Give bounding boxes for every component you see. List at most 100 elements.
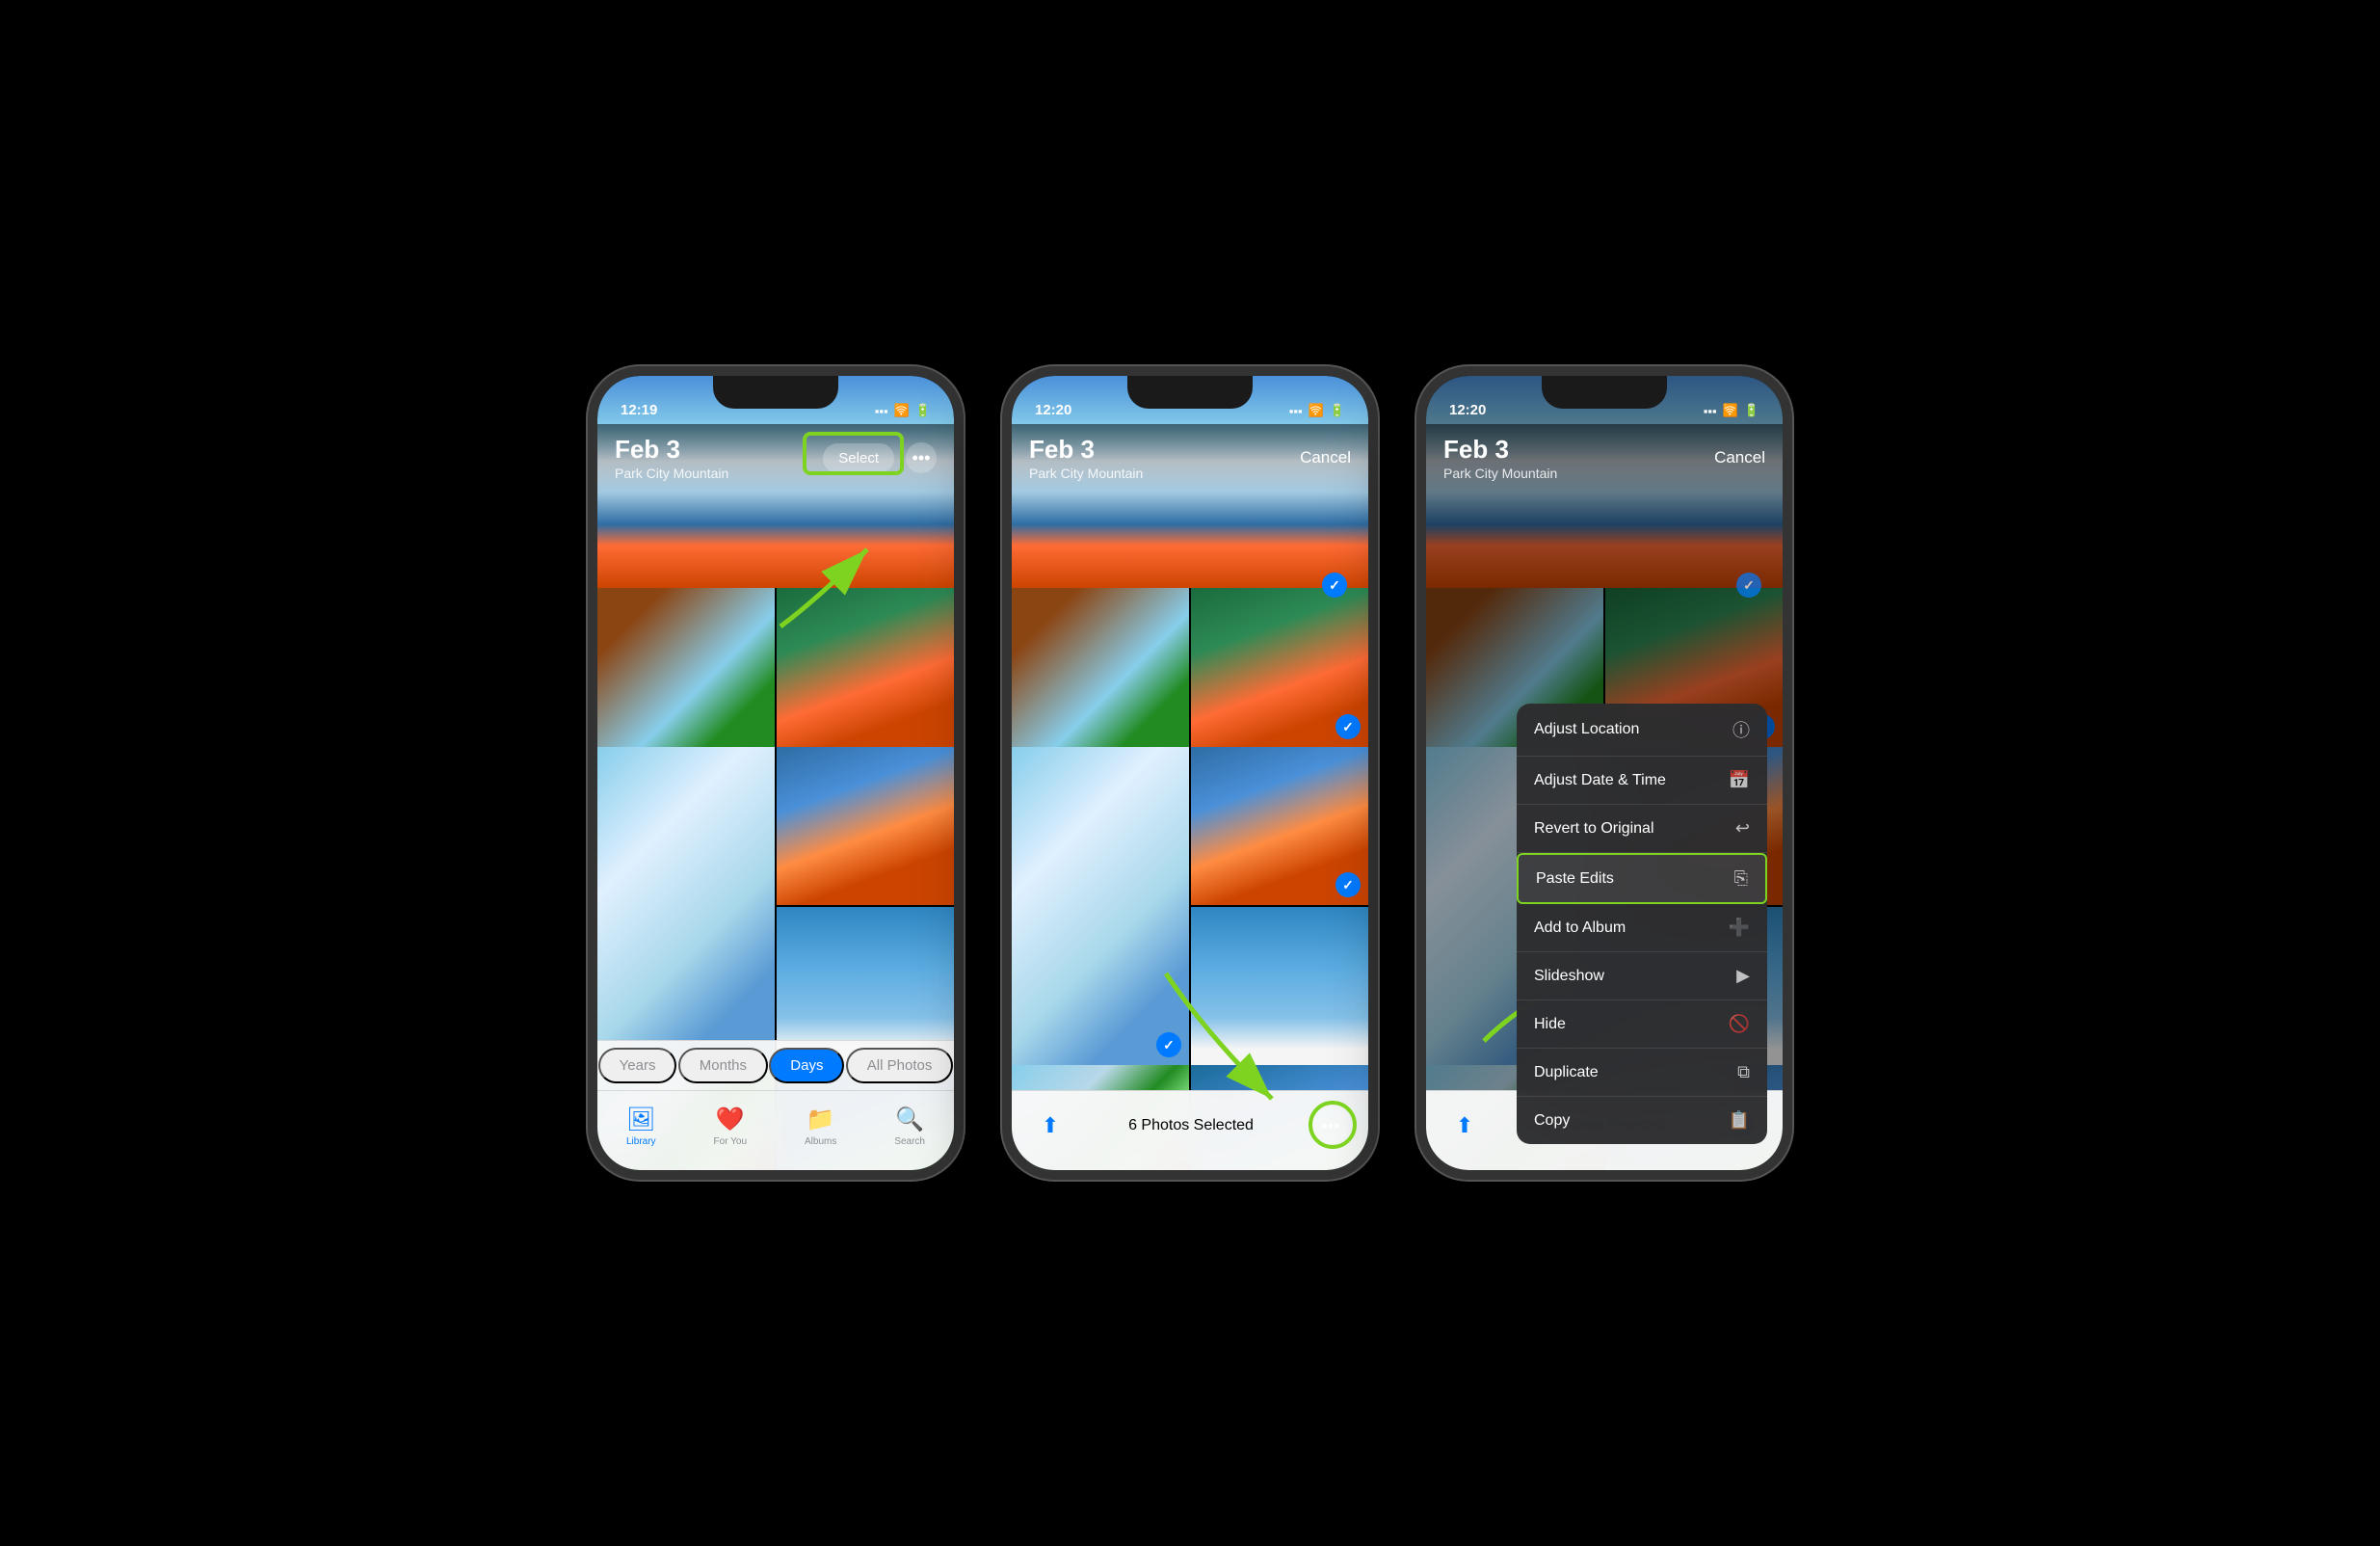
all-photos-tab[interactable]: All Photos bbox=[846, 1048, 954, 1083]
thumb-ski-2 bbox=[1012, 588, 1191, 747]
phone-3-frame: ✓ ✓ ✓ bbox=[1416, 366, 1792, 1180]
check-3: ✓ bbox=[1335, 872, 1361, 897]
albums-icon: 📁 bbox=[807, 1106, 835, 1133]
search-icon: 🔍 bbox=[895, 1106, 924, 1133]
menu-hide[interactable]: Hide 🚫 bbox=[1517, 1000, 1767, 1049]
photo-header-2: Feb 3 Park City Mountain Cancel bbox=[1012, 424, 1368, 492]
more-circle-icon: ••• bbox=[1322, 1116, 1340, 1136]
menu-paste-edits[interactable]: Paste Edits ⎘ bbox=[1517, 853, 1767, 904]
check-2: ✓ bbox=[1156, 1032, 1181, 1057]
hide-icon: 🚫 bbox=[1729, 1014, 1750, 1034]
for-you-tab[interactable]: ❤️ For You bbox=[714, 1106, 747, 1147]
share-button-3[interactable]: ⬆ bbox=[1445, 1106, 1484, 1145]
menu-duplicate[interactable]: Duplicate ⧉ bbox=[1517, 1049, 1767, 1097]
location-label-3: Park City Mountain bbox=[1443, 466, 1557, 481]
slideshow-label: Slideshow bbox=[1534, 968, 1604, 985]
menu-adjust-datetime[interactable]: Adjust Date & Time 📅 bbox=[1517, 757, 1767, 805]
battery-icon-2: 🔋 bbox=[1330, 403, 1345, 418]
header-actions-1: Select ••• bbox=[823, 442, 937, 473]
photo-header-1: Feb 3 Park City Mountain Select ••• bbox=[597, 424, 954, 492]
status-icons-2: ▪▪▪ 🛜 🔋 bbox=[1289, 403, 1345, 418]
location-label-1: Park City Mountain bbox=[615, 466, 728, 481]
thumb-mountain-2: ✓ bbox=[1012, 747, 1191, 1065]
adjust-datetime-label: Adjust Date & Time bbox=[1534, 772, 1666, 789]
date-label-1: Feb 3 bbox=[615, 435, 728, 465]
header-date-2: Feb 3 Park City Mountain bbox=[1029, 435, 1143, 481]
wifi-icon-3: 🛜 bbox=[1723, 403, 1738, 418]
menu-add-album[interactable]: Add to Album ➕ bbox=[1517, 904, 1767, 952]
menu-slideshow[interactable]: Slideshow ▶ bbox=[1517, 952, 1767, 1000]
signal-icon-2: ▪▪▪ bbox=[1289, 404, 1303, 418]
more-button-1[interactable]: ••• bbox=[906, 442, 937, 473]
thumb-blue-2 bbox=[1191, 907, 1368, 1065]
time-display-2: 12:20 bbox=[1035, 402, 1071, 418]
albums-label: Albums bbox=[805, 1136, 836, 1147]
library-tab[interactable]: 🖼 Library bbox=[626, 1106, 656, 1147]
menu-revert[interactable]: Revert to Original ↩ bbox=[1517, 805, 1767, 853]
years-tab[interactable]: Years bbox=[598, 1048, 677, 1083]
thumb-ski-house bbox=[597, 588, 777, 747]
header-date-1: Feb 3 Park City Mountain bbox=[615, 435, 728, 481]
copy-icon: 📋 bbox=[1729, 1110, 1750, 1131]
revert-icon: ↩ bbox=[1735, 818, 1750, 839]
copy-label: Copy bbox=[1534, 1112, 1570, 1130]
wifi-icon-2: 🛜 bbox=[1309, 403, 1324, 418]
cancel-button-2[interactable]: Cancel bbox=[1300, 448, 1351, 467]
notch-2 bbox=[1127, 376, 1253, 409]
status-icons-1: ▪▪▪ 🛜 🔋 bbox=[875, 403, 931, 418]
add-album-label: Add to Album bbox=[1534, 920, 1626, 937]
mid-row-2: ✓ bbox=[1012, 588, 1368, 747]
thumb-group-2: ✓ bbox=[1191, 747, 1368, 907]
notch-3 bbox=[1542, 376, 1667, 409]
tab-bar-1: 🖼 Library ❤️ For You 📁 Albums 🔍 Search bbox=[597, 1090, 954, 1170]
date-label-2: Feb 3 bbox=[1029, 435, 1143, 465]
menu-adjust-location[interactable]: Adjust Location ⓘ bbox=[1517, 704, 1767, 757]
phone-3: ✓ ✓ ✓ bbox=[1416, 366, 1792, 1180]
scene: 12:19 ▪▪▪ 🛜 🔋 Feb 3 Park City Mountain S… bbox=[559, 337, 1821, 1209]
add-album-icon: ➕ bbox=[1729, 918, 1750, 938]
months-tab[interactable]: Months bbox=[678, 1048, 768, 1083]
phone-1-frame: 12:19 ▪▪▪ 🛜 🔋 Feb 3 Park City Mountain S… bbox=[588, 366, 964, 1180]
paste-edits-icon: ⎘ bbox=[1734, 868, 1748, 889]
phone-3-screen: ✓ ✓ ✓ bbox=[1426, 376, 1783, 1170]
check-1: ✓ bbox=[1335, 714, 1361, 739]
time-display-1: 12:19 bbox=[621, 402, 657, 418]
action-bar-2: ⬆ 6 Photos Selected ••• bbox=[1012, 1090, 1368, 1170]
check-hero-3: ✓ bbox=[1736, 573, 1761, 598]
phone-2: ✓ ✓ ✓ bbox=[1002, 366, 1378, 1180]
location-label-2: Park City Mountain bbox=[1029, 466, 1143, 481]
duplicate-icon: ⧉ bbox=[1737, 1062, 1750, 1082]
mid-row bbox=[597, 588, 954, 747]
context-menu: Adjust Location ⓘ Adjust Date & Time 📅 R… bbox=[1517, 704, 1767, 1144]
search-tab[interactable]: 🔍 Search bbox=[894, 1106, 925, 1147]
days-tab[interactable]: Days bbox=[769, 1048, 844, 1083]
slideshow-icon: ▶ bbox=[1736, 966, 1750, 986]
paste-edits-label: Paste Edits bbox=[1536, 870, 1614, 888]
foryou-icon: ❤️ bbox=[716, 1106, 745, 1133]
revert-label: Revert to Original bbox=[1534, 820, 1654, 838]
cancel-button-3[interactable]: Cancel bbox=[1714, 448, 1765, 467]
adjust-location-label: Adjust Location bbox=[1534, 721, 1639, 738]
thumb-group bbox=[777, 747, 954, 907]
hide-label: Hide bbox=[1534, 1016, 1566, 1033]
share-button-2[interactable]: ⬆ bbox=[1031, 1106, 1070, 1145]
adjust-datetime-icon: 📅 bbox=[1729, 770, 1750, 790]
more-circle-button[interactable]: ••• bbox=[1312, 1107, 1349, 1144]
search-label: Search bbox=[894, 1136, 925, 1147]
date-label-3: Feb 3 bbox=[1443, 435, 1557, 465]
check-hero: ✓ bbox=[1322, 573, 1347, 598]
lower-row-2: ✓ ✓ bbox=[1012, 747, 1368, 1065]
lower-row bbox=[597, 747, 954, 1065]
menu-copy[interactable]: Copy 📋 bbox=[1517, 1097, 1767, 1144]
select-button[interactable]: Select bbox=[823, 443, 894, 473]
library-icon: 🖼 bbox=[626, 1106, 655, 1133]
signal-icon-3: ▪▪▪ bbox=[1704, 404, 1717, 418]
signal-icon: ▪▪▪ bbox=[875, 404, 888, 418]
phone-2-screen: ✓ ✓ ✓ bbox=[1012, 376, 1368, 1170]
thumb-selfie-2: ✓ bbox=[1191, 588, 1368, 747]
albums-tab[interactable]: 📁 Albums bbox=[805, 1106, 836, 1147]
duplicate-label: Duplicate bbox=[1534, 1064, 1599, 1081]
phone-2-frame: ✓ ✓ ✓ bbox=[1002, 366, 1378, 1180]
status-icons-3: ▪▪▪ 🛜 🔋 bbox=[1704, 403, 1759, 418]
battery-icon-3: 🔋 bbox=[1744, 403, 1759, 418]
